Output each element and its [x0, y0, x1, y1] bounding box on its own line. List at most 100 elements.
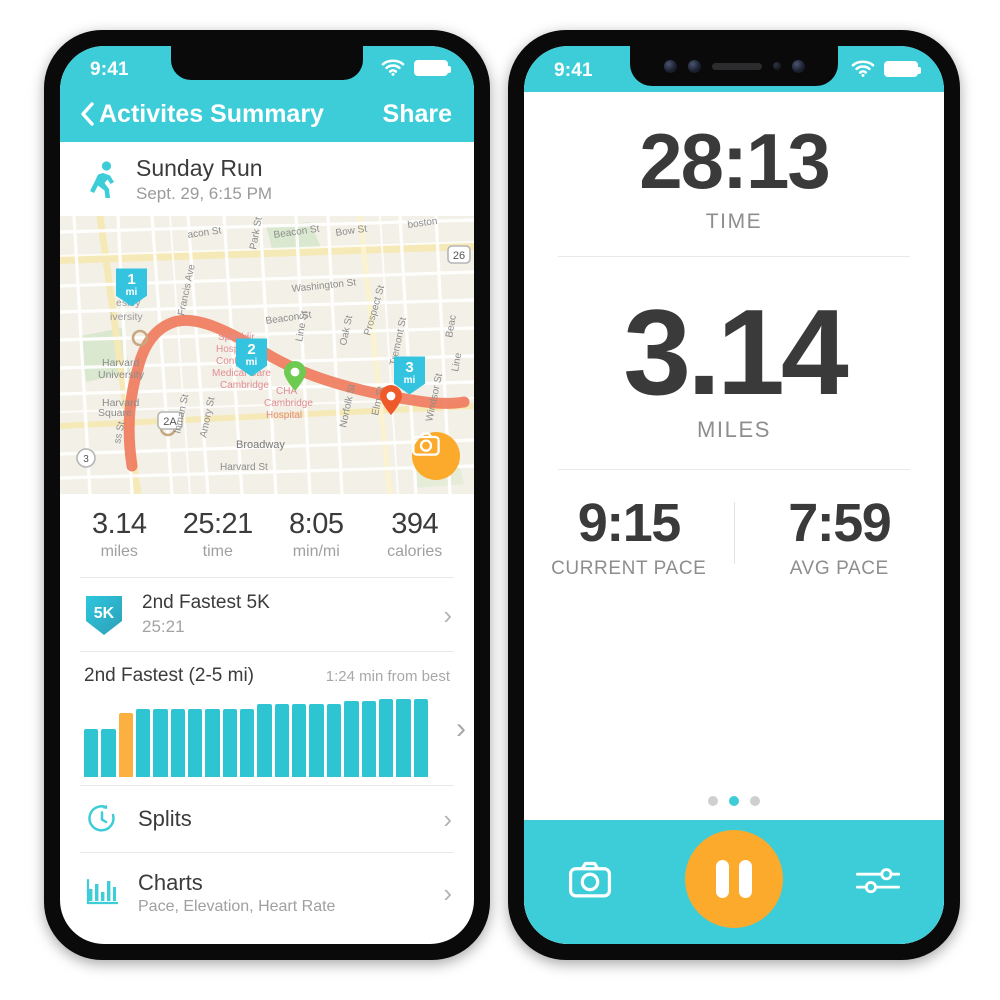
svg-text:3: 3	[83, 454, 89, 465]
chevron-right-icon: ›	[443, 804, 452, 835]
earpiece-speaker	[711, 62, 762, 70]
stopwatch-icon	[88, 804, 115, 832]
stat-value: 25:21	[182, 508, 254, 541]
start-pin-green-icon	[284, 361, 306, 392]
chart-bar	[257, 704, 272, 778]
chart-bars	[84, 699, 474, 778]
stat-miles: 3.14 miles	[70, 508, 169, 561]
chart-annotation: 1:24 min from best	[325, 668, 450, 686]
metric-time: 28:13 TIME	[524, 92, 944, 256]
list-item-text: Splits	[138, 806, 192, 832]
chart-bar	[396, 699, 411, 778]
svg-text:Square: Square	[98, 407, 132, 419]
svg-text:Harvard St: Harvard St	[220, 462, 268, 473]
stat-label: calories	[387, 543, 443, 561]
status-indicators	[851, 60, 921, 77]
list-item-text: Charts Pace, Elevation, Heart Rate	[138, 870, 335, 916]
activity-header: Sunday Run Sept. 29, 6:15 PM	[60, 142, 474, 217]
svg-text:Broadway: Broadway	[236, 439, 285, 451]
battery-full-icon	[414, 59, 451, 76]
pause-icon	[739, 860, 752, 898]
camera-icon	[412, 432, 440, 457]
activity-text: Sunday Run Sept. 29, 6:15 PM	[136, 155, 272, 204]
page-indicator-dots[interactable]	[524, 796, 944, 820]
dot-projector-icon	[791, 59, 805, 73]
right-phone-frame: 9:41 28:13 TIME 3.14 MILES 9:15 CURRENT …	[508, 30, 960, 960]
camera-icon	[568, 861, 612, 898]
right-phone-notch	[630, 46, 838, 86]
chart-header: 2nd Fastest (2-5 mi) 1:24 min from best	[84, 665, 474, 687]
chart-bar	[84, 729, 99, 778]
achievement-subtitle: 25:21	[142, 617, 185, 637]
mile-marker-number: 3	[405, 359, 414, 377]
chevron-right-icon: ›	[443, 878, 452, 909]
settings-button[interactable]	[855, 865, 901, 900]
pause-icon	[716, 860, 729, 898]
list-item-charts[interactable]: Charts Pace, Elevation, Heart Rate ›	[60, 853, 474, 933]
list-item-splits[interactable]: Splits ›	[60, 786, 474, 852]
performance-chart-card[interactable]: 2nd Fastest (2-5 mi) 1:24 min from best …	[60, 652, 474, 785]
bar-chart-icon	[86, 879, 118, 905]
list-item-label: Splits	[138, 806, 192, 832]
screenshot-stage: 9:41 Activites Summary Share Sunday Run …	[0, 0, 1000, 1000]
badge-5k-icon: 5K	[86, 595, 122, 635]
stat-label: time	[202, 543, 233, 561]
metric-value: 28:13	[639, 117, 831, 205]
mile-marker-number: 2	[247, 341, 256, 359]
mile-marker-unit: mi	[125, 287, 138, 299]
camera-button[interactable]	[568, 861, 612, 903]
front-camera-lens-icon	[663, 59, 677, 73]
activity-title: Sunday Run	[136, 155, 263, 181]
achievement-text: 2nd Fastest 5K 25:21	[142, 592, 270, 637]
chart-bar	[378, 699, 394, 778]
chart-bar	[222, 708, 238, 778]
metric-label: TIME	[705, 210, 763, 233]
chevron-left-icon	[81, 102, 94, 126]
chart-bar	[170, 708, 186, 778]
mile-marker-number: 1	[127, 271, 136, 289]
chart-bar	[413, 699, 428, 778]
metric-current-pace: 9:15 CURRENT PACE	[524, 496, 734, 580]
route-map[interactable]: 26 2A 3 acon St Beacon St Bow St boston …	[60, 216, 474, 495]
svg-text:iversity: iversity	[110, 311, 143, 323]
activity-date: Sept. 29, 6:15 PM	[136, 184, 273, 204]
metric-label: CURRENT PACE	[551, 558, 707, 579]
svg-text:Medical Care: Medical Care	[212, 368, 271, 379]
svg-text:Cambridge: Cambridge	[220, 380, 269, 391]
metric-label: MILES	[696, 417, 772, 442]
chart-bar	[344, 701, 359, 778]
chart-bar	[136, 708, 151, 778]
stat-value: 8:05	[289, 508, 344, 541]
badge-label: 5K	[94, 605, 115, 622]
list-item-sublabel: Pace, Elevation, Heart Rate	[138, 898, 336, 916]
mile-marker-unit: mi	[245, 357, 258, 369]
back-button-label: Activites	[99, 99, 204, 128]
svg-text:University: University	[98, 369, 145, 381]
chart-bar	[240, 708, 255, 778]
summary-stats: 3.14 miles 25:21 time 8:05 min/mi 394 ca…	[60, 494, 474, 578]
achievement-row[interactable]: 5K 2nd Fastest 5K 25:21 ›	[60, 578, 474, 651]
mile-marker-unit: mi	[403, 375, 416, 387]
chevron-right-icon: ›	[443, 599, 452, 630]
pause-button[interactable]	[685, 830, 783, 928]
page-dot[interactable]	[708, 796, 718, 806]
stat-label: miles	[100, 543, 138, 561]
left-phone-notch	[171, 46, 363, 80]
metric-value: 9:15	[577, 493, 682, 553]
chart-bar	[153, 708, 168, 778]
right-phone-screen: 9:41 28:13 TIME 3.14 MILES 9:15 CURRENT …	[524, 46, 944, 944]
share-button[interactable]: Share	[383, 100, 452, 129]
chevron-right-icon: ›	[456, 712, 466, 746]
page-dot-active[interactable]	[729, 796, 739, 806]
stat-time: 25:21 time	[169, 508, 268, 561]
wifi-icon	[381, 59, 405, 76]
end-pin-orange-icon	[380, 385, 402, 416]
left-navbar: Activites Summary Share	[60, 92, 474, 142]
chart-bar	[309, 704, 324, 778]
stat-calories: 394 calories	[366, 508, 465, 561]
back-button[interactable]: Activites	[80, 100, 203, 129]
running-icon	[90, 161, 114, 198]
page-dot[interactable]	[750, 796, 760, 806]
chart-bar	[361, 701, 376, 778]
wifi-icon	[851, 60, 875, 77]
